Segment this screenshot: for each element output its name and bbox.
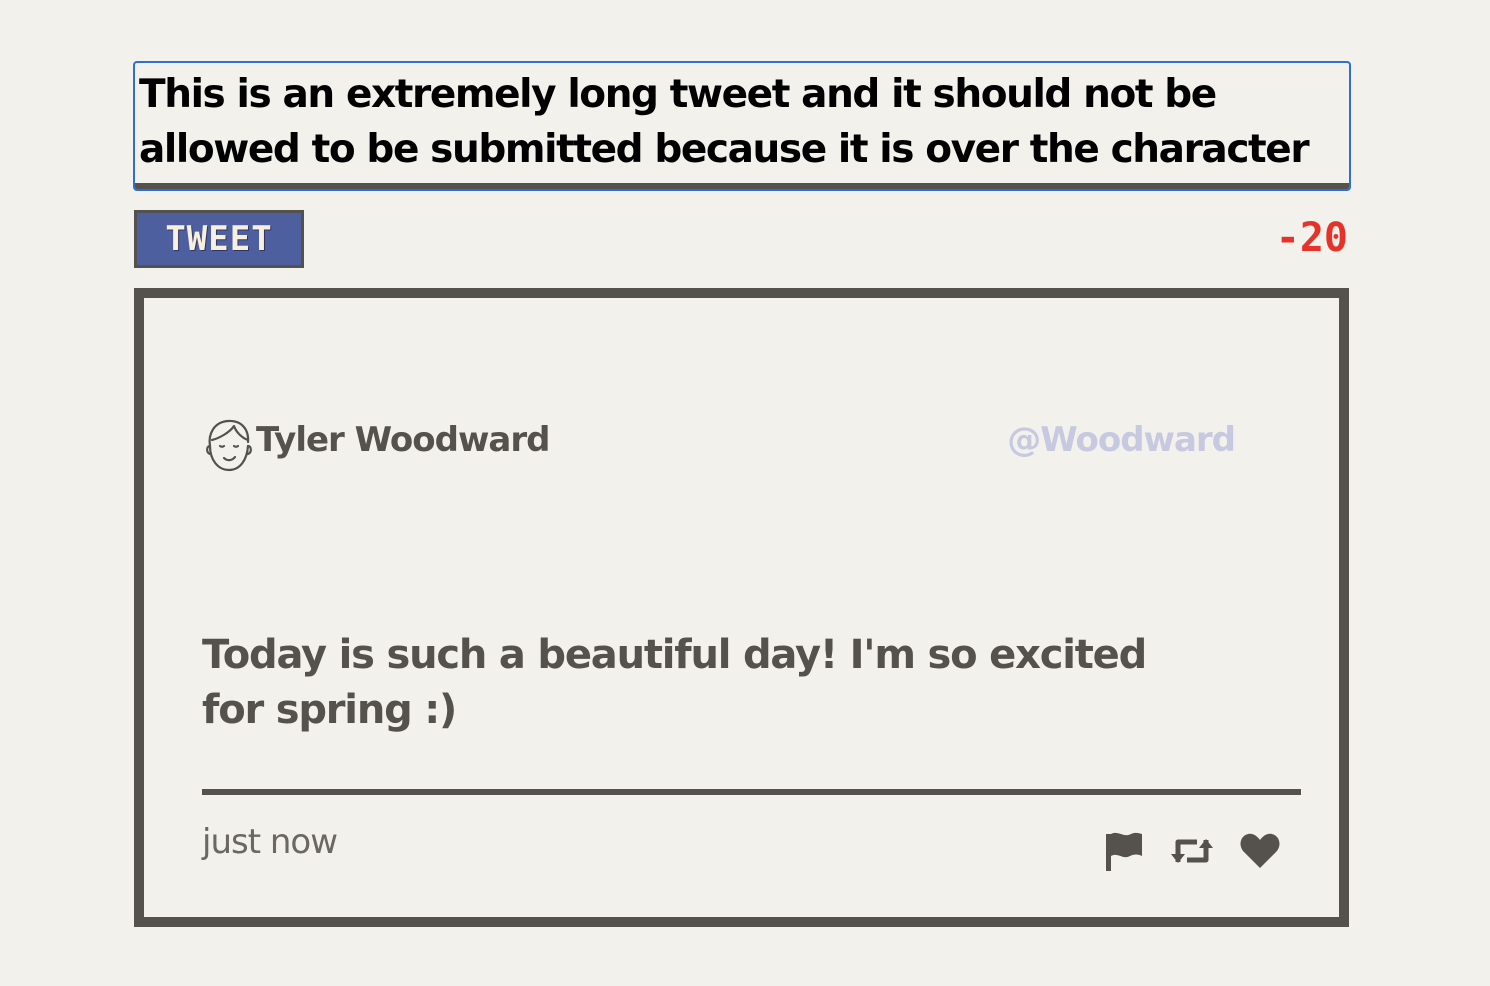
tweet-card: Tyler Woodward @Woodward Today is such a… (134, 288, 1349, 927)
flag-icon (1106, 832, 1142, 871)
character-count: -20 (1275, 215, 1348, 261)
tweet-actions (1101, 828, 1283, 874)
tweet-body: Today is such a beautiful day! I'm so ex… (202, 632, 1147, 733)
author-name: Tyler Woodward (256, 420, 550, 460)
like-button[interactable] (1237, 828, 1283, 874)
face-outline-icon (206, 419, 252, 472)
compose-box[interactable] (133, 61, 1351, 191)
divider (202, 789, 1301, 795)
flag-button[interactable] (1101, 828, 1147, 874)
retweet-button[interactable] (1169, 828, 1215, 874)
tweet-input[interactable] (139, 67, 1329, 179)
heart-icon (1240, 833, 1280, 868)
retweet-icon (1171, 839, 1213, 863)
author-handle[interactable]: @Woodward (1007, 420, 1236, 460)
timestamp: just now (202, 822, 338, 862)
tweet-button[interactable]: TWEET (134, 210, 304, 268)
